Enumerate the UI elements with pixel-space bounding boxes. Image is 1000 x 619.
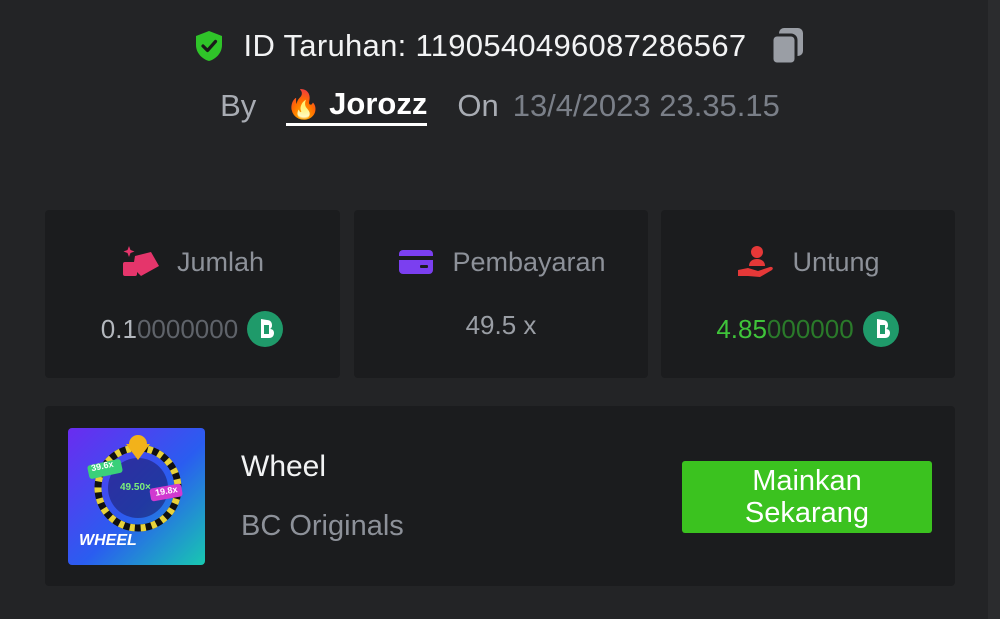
thumb-game-name: WHEEL: [79, 532, 137, 549]
profit-card: Untung 4.85 000000: [661, 210, 955, 378]
profit-label: Untung: [792, 246, 880, 277]
on-label: On: [457, 88, 499, 123]
username: Jorozz: [329, 86, 428, 121]
thumb-center-multiplier: 49.50×: [120, 482, 151, 493]
game-provider: BC Originals: [241, 510, 404, 542]
amount-value-tail: 0000000: [136, 313, 239, 344]
amount-label: Jumlah: [176, 246, 265, 277]
coin-stack-icon: [121, 244, 161, 280]
bet-id-row: ID Taruhan: 1190540496087286567: [0, 22, 1000, 70]
profit-value-main: 4.85: [716, 313, 767, 344]
bet-date: 13/4/2023 23.35.15: [512, 88, 780, 123]
payout-label: Pembayaran: [452, 246, 606, 277]
shield-check-icon: [192, 29, 226, 63]
user-link[interactable]: 🔥 Jorozz: [286, 86, 428, 126]
stats-cards: Jumlah 0.1 0000000 Pembayaran 49.5 x Unt…: [45, 210, 955, 378]
profit-value-tail: 000000: [766, 313, 854, 344]
copy-icon[interactable]: [768, 26, 808, 66]
game-title: Wheel: [241, 450, 327, 483]
play-now-button[interactable]: Mainkan Sekarang: [682, 461, 932, 533]
game-card: 39.6x 49.50× 19.8x WHEEL Wheel BC Origin…: [45, 406, 955, 586]
amount-card: Jumlah 0.1 0000000: [45, 210, 340, 378]
wheel-game-thumbnail[interactable]: 39.6x 49.50× 19.8x WHEEL: [68, 428, 205, 565]
fire-icon: 🔥: [286, 88, 322, 120]
bet-details-page: ID Taruhan: 1190540496087286567 By 🔥 Jor…: [0, 0, 1000, 619]
hand-user-icon: [736, 244, 776, 280]
bet-id-text: ID Taruhan: 1190540496087286567: [243, 28, 747, 63]
card-icon: [396, 244, 436, 280]
bc-coin-icon: [246, 310, 284, 348]
amount-value-main: 0.1: [100, 313, 137, 344]
payout-card: Pembayaran 49.5 x: [354, 210, 648, 378]
bc-coin-icon: [862, 310, 900, 348]
payout-value: 49.5 x: [465, 310, 537, 340]
author-row: By 🔥 Jorozz On 13/4/2023 23.35.15: [0, 82, 1000, 130]
by-label: By: [220, 88, 257, 123]
